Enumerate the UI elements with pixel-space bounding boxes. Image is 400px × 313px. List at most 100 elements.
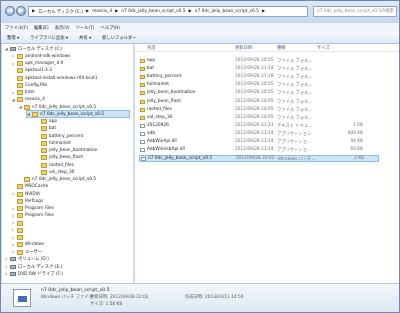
- file-row[interactable]: vol_step_30 2012/09/28 20:55 ファイル フォル...: [139, 115, 379, 122]
- expand-arrow-icon[interactable]: ▷: [12, 91, 16, 95]
- toolbar-button[interactable]: 整理 ▾: [7, 35, 19, 41]
- file-date: 2012/09/28 20:55: [235, 58, 274, 63]
- tree-item-label: Intel: [25, 90, 35, 95]
- expand-arrow-icon[interactable]: ◢: [19, 105, 23, 109]
- details-size: サイズ: 1.58 KB: [90, 302, 123, 307]
- breadcrumb-item[interactable]: moorix_4: [92, 9, 112, 14]
- breadcrumb-item[interactable]: ▶: [115, 9, 118, 14]
- details-type: Windows バッチ ファイル: [41, 295, 93, 300]
- folder-icon: [41, 140, 47, 146]
- expand-arrow-icon[interactable]: ▷: [12, 236, 16, 240]
- menu-item[interactable]: ツール(T): [76, 25, 95, 31]
- folder-icon: [17, 97, 23, 103]
- file-list: 名前 更新日時 種類 サイズ app 2012/09/28 20:55 ファイル フ…: [135, 44, 399, 283]
- file-row[interactable]: AdbWinUsbApi.dll 2012/09/28 21:24 アプリケーショ.…: [139, 147, 379, 154]
- tree-item-label: fullmarket: [49, 140, 71, 146]
- expand-arrow-icon[interactable]: ▷: [5, 257, 9, 261]
- menu-item[interactable]: 表示(V): [55, 25, 70, 31]
- expand-arrow-icon[interactable]: ◢: [5, 47, 9, 51]
- column-type[interactable]: 種類: [277, 45, 286, 51]
- file-row[interactable]: battery_percent 2012/09/28 21:18 ファイル フォル.…: [139, 74, 379, 81]
- folder-icon: [140, 99, 145, 104]
- file-date: 2012/09/28 21:18: [235, 74, 274, 80]
- address-bar[interactable]: ▶ ローカル ディスク (C:) ▶ moorix_4 ▶ n7 0dc_jelly_be…: [28, 6, 308, 17]
- file-name: vol_step_30: [147, 114, 173, 120]
- breadcrumb-item[interactable]: ▶: [188, 9, 191, 14]
- file-type: ファイル フォル...: [277, 67, 313, 73]
- file-row[interactable]: jelly_bean_bootmation 2012/09/28 20:55 ファイ…: [139, 90, 379, 97]
- tree-item[interactable]: ▷ DVD RW ドライブ (F:): [5, 270, 130, 278]
- file-row[interactable]: app 2012/09/28 20:55 ファイル フォル...: [139, 58, 379, 65]
- file-date: 2012/09/28 21:24: [235, 130, 274, 136]
- expand-arrow-icon[interactable]: ▷: [12, 192, 16, 196]
- file-row[interactable]: jelly_bean_flash 2012/09/28 20:55 ファイル フォル…: [139, 99, 379, 106]
- tree-item-label: apktool1.4.3: [25, 68, 52, 74]
- file-row[interactable]: AdbWinApi.dll 2012/09/28 21:24 アプリケーショ... 9…: [139, 139, 379, 146]
- drive-icon: [10, 264, 16, 269]
- file-row[interactable]: n7 0dc_jelly_bean_script_v0.5 2012/09/28 …: [139, 155, 379, 163]
- file-row[interactable]: adb 2012/09/28 21:24 アプリケーション 400 KB: [139, 131, 379, 138]
- breadcrumb-item[interactable]: ▶: [262, 9, 265, 14]
- tree-item-label: vol_step_30: [49, 169, 75, 175]
- folder-icon: [41, 148, 47, 153]
- expand-arrow-icon[interactable]: ▷: [12, 250, 16, 254]
- search-input[interactable]: n7 0dc_jelly_bean_script_v0.5の検索: [313, 6, 397, 17]
- folder-icon: [41, 162, 47, 168]
- toolbar-button[interactable]: 共有 ▾: [79, 35, 91, 41]
- column-date[interactable]: 更新日時: [235, 45, 252, 51]
- tree-item-label: ボリューム (D:): [18, 257, 49, 263]
- expand-arrow-icon[interactable]: ▷: [12, 228, 16, 232]
- toolbar-button[interactable]: ライブラリに追加 ▾: [30, 35, 68, 41]
- file-row[interactable]: rooted_files 2012/09/28 20:55 ファイル フォル...: [139, 107, 379, 114]
- expand-arrow-icon[interactable]: ▷: [12, 207, 16, 211]
- folder-icon: [41, 126, 47, 132]
- folder-icon: [17, 213, 23, 219]
- expand-arrow-icon[interactable]: ▷: [12, 243, 16, 247]
- expand-arrow-icon[interactable]: ▷: [12, 221, 16, 225]
- toolbar-button[interactable]: 新しいフォルダー: [102, 35, 136, 41]
- file-icon: [140, 131, 145, 136]
- details-modified: 更新日時: 2012/09/28 22:02: [90, 295, 149, 300]
- menu-item[interactable]: 編集(E): [34, 25, 49, 31]
- file-type: ファイル フォル...: [277, 99, 313, 105]
- expand-arrow-icon[interactable]: ▷: [12, 54, 16, 58]
- tree-item-label: Windows: [25, 242, 45, 248]
- file-size: 2 KB: [354, 156, 364, 162]
- forward-button[interactable]: ▶: [16, 6, 26, 16]
- expand-arrow-icon[interactable]: ▷: [5, 272, 9, 276]
- file-row[interactable]: bat 2012/09/28 21:24 ファイル フォル...: [139, 66, 379, 73]
- menu-item[interactable]: ファイル(F): [5, 25, 28, 31]
- folder-icon: [17, 53, 23, 59]
- file-row[interactable]: fullmarket 2012/09/28 20:55 ファイル フォル...: [139, 82, 379, 89]
- breadcrumb-item[interactable]: n7 0dc_jelly_bean_script_v0.5: [121, 9, 185, 14]
- breadcrumb-item[interactable]: n7 0dc_jelly_bean_script_v0.5: [195, 9, 259, 14]
- expand-arrow-icon[interactable]: ▷: [12, 214, 16, 218]
- back-button[interactable]: ◀: [5, 6, 15, 16]
- file-name: AdbWinApi.dll: [147, 139, 177, 144]
- tree-item-label: rooted_files: [49, 162, 74, 168]
- folder-icon: [17, 235, 23, 240]
- expand-arrow-icon[interactable]: ◢: [12, 98, 16, 102]
- breadcrumb-item[interactable]: ▶: [86, 9, 89, 14]
- navigation-pane[interactable]: ◢ ローカル ディスク (C:) ▷ android-sdk-windows ▷ apk_…: [2, 44, 134, 283]
- breadcrumb-item[interactable]: ローカル ディスク (C:): [38, 9, 83, 15]
- file-name: fullmarket: [147, 82, 169, 88]
- file-name: AdbWinUsbApi.dll: [147, 147, 185, 153]
- expand-arrow-icon[interactable]: ◢: [27, 112, 31, 116]
- address-row: ◀ ▶ ▶ ローカル ディスク (C:) ▶ moorix_4 ▶ n7 0dc_jell…: [1, 1, 399, 23]
- column-size[interactable]: サイズ: [317, 45, 330, 51]
- file-type: アプリケーショ...: [277, 140, 312, 145]
- column-name[interactable]: 名前: [147, 45, 156, 51]
- explorer-window: ◀ ▶ ▶ ローカル ディスク (C:) ▶ moorix_4 ▶ n7 0dc_jell…: [0, 0, 400, 313]
- tree-item-label: jelly_bean_flash: [49, 155, 84, 161]
- file-row[interactable]: 20120926 2012/09/26 21:23 テキスト ドキュ... 1 KB: [139, 123, 379, 130]
- expand-arrow-icon[interactable]: ▷: [5, 265, 9, 269]
- folder-icon: [24, 104, 30, 110]
- folder-icon: [140, 75, 145, 80]
- expand-arrow-icon[interactable]: ▷: [12, 62, 16, 66]
- tree-item-label: Config.Msi: [25, 82, 48, 88]
- tree-item-label: ローカル ディスク (C:): [18, 47, 63, 52]
- folder-icon: [17, 75, 23, 81]
- breadcrumb-item[interactable]: ▶: [32, 9, 35, 14]
- menu-item[interactable]: ヘルプ(H): [100, 25, 119, 31]
